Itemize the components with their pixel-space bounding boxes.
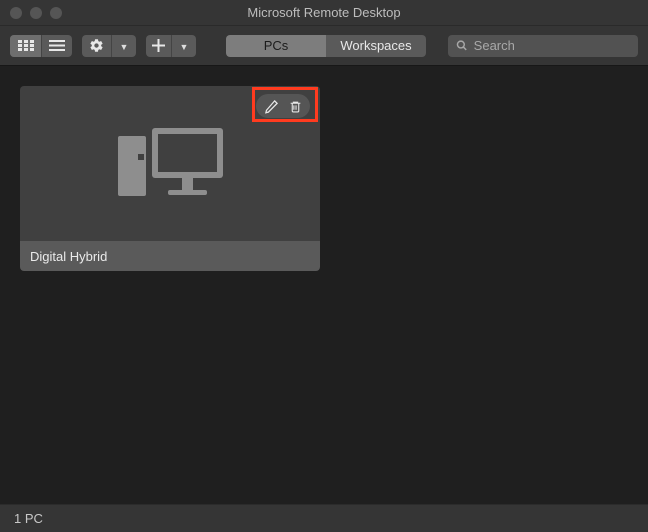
tab-workspaces[interactable]: Workspaces (326, 35, 426, 57)
add-segment: ▼ (146, 35, 196, 57)
delete-button[interactable] (289, 99, 302, 114)
search-field[interactable] (448, 35, 638, 57)
status-bar: 1 PC (0, 504, 648, 532)
trash-icon (289, 99, 302, 114)
pc-card-label: Digital Hybrid (20, 241, 320, 271)
add-button[interactable] (146, 35, 172, 57)
window-title: Microsoft Remote Desktop (247, 5, 400, 20)
titlebar: Microsoft Remote Desktop (0, 0, 648, 26)
grid-icon (18, 40, 34, 51)
grid-view-button[interactable] (10, 35, 42, 57)
edit-button[interactable] (264, 99, 279, 114)
toolbar: ▼ ▼ PCs Workspaces (0, 26, 648, 66)
settings-segment: ▼ (82, 35, 136, 57)
pc-card-preview (20, 86, 320, 241)
add-menu-button[interactable]: ▼ (172, 35, 196, 57)
pc-card[interactable]: Digital Hybrid (20, 86, 320, 271)
chevron-down-icon: ▼ (120, 42, 129, 52)
search-input[interactable] (474, 38, 630, 53)
window-controls (10, 7, 62, 19)
plus-icon (152, 39, 165, 52)
tab-pcs[interactable]: PCs (226, 35, 326, 57)
minimize-window-button[interactable] (30, 7, 42, 19)
content-tabs: PCs Workspaces (226, 35, 426, 57)
pc-card-actions (256, 94, 310, 118)
chevron-down-icon: ▼ (180, 42, 189, 52)
desktop-icon (118, 126, 223, 201)
settings-button[interactable] (82, 35, 112, 57)
content-area: Digital Hybrid (0, 66, 648, 504)
settings-menu-button[interactable]: ▼ (112, 35, 136, 57)
view-mode-segment (10, 35, 72, 57)
pc-count-label: 1 PC (14, 511, 43, 526)
gear-icon (89, 38, 104, 53)
pencil-icon (264, 99, 279, 114)
zoom-window-button[interactable] (50, 7, 62, 19)
search-icon (456, 39, 468, 52)
list-icon (49, 40, 65, 51)
close-window-button[interactable] (10, 7, 22, 19)
list-view-button[interactable] (42, 35, 72, 57)
